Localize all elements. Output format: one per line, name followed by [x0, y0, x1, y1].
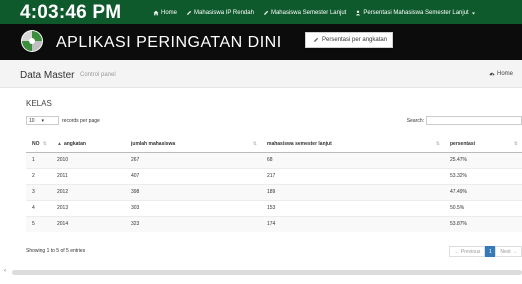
table-cell: 174 [261, 215, 444, 232]
dashboard-icon [489, 72, 495, 76]
column-header-label: NO [32, 140, 40, 147]
dropdown-item-label: Persentasi per angkatan [322, 37, 388, 43]
table-cell: 25.47% [444, 151, 522, 168]
table-info: Showing 1 to 5 of 5 entries [26, 248, 86, 254]
home-icon [153, 10, 159, 16]
user-icon [356, 10, 361, 16]
table-row: 4 2013 303 153 50.5% [26, 199, 522, 216]
edit-icon [187, 10, 192, 15]
nav-semester-lanjut-label: Mahasiswa Semester Lanjut [270, 10, 347, 16]
table-cell: 2 [26, 167, 51, 184]
sort-icon: ⇅ [42, 141, 47, 147]
nav-ip-rendah[interactable]: Mahasiswa IP Rendah [186, 10, 254, 16]
table-row: 5 2014 323 174 53.87% [26, 215, 522, 232]
top-nav: Home Mahasiswa IP Rendah Mahasiswa Semes… [153, 6, 487, 20]
column-header-label: mahasiswa semester lanjut [267, 140, 332, 147]
table-cell: 153 [261, 199, 444, 216]
table-cell: 47.49% [444, 183, 522, 200]
table-cell: 68 [261, 151, 444, 168]
table-header-row: ⇅ NO ▲ angkatan ⇅ jumlah mahasiswa ⇅ mahasis… [26, 136, 522, 153]
table-cell: 2011 [51, 167, 125, 184]
page-subtitle: Control panel [80, 72, 116, 78]
column-header-angkatan[interactable]: ▲ angkatan [51, 136, 125, 153]
table-row: 3 2012 398 189 47.49% [26, 183, 522, 200]
breadcrumb-home: Home [496, 71, 513, 77]
caret-down-icon [471, 12, 475, 14]
sort-icon: ⇅ [513, 141, 518, 147]
column-header-semester-lanjut[interactable]: ⇅ mahasiswa semester lanjut [261, 136, 444, 153]
content-header: Data Master Control panel Home [0, 60, 522, 88]
search-control: Search: [407, 116, 522, 125]
app-banner: APLIKASI PERINGATAN DINI [0, 24, 522, 60]
next-button[interactable]: Next → [495, 246, 522, 257]
nav-persentasi[interactable]: Persentasi Mahasiswa Semester Lanjut [355, 10, 477, 16]
data-table: ⇅ NO ▲ angkatan ⇅ jumlah mahasiswa ⇅ mahasis… [26, 136, 522, 232]
edit-icon [314, 37, 319, 42]
top-bar: 4:03:46 PM Home Mahasiswa IP Rendah Maha… [0, 0, 522, 24]
dropdown-item-persentasi-per-angkatan[interactable]: Persentasi per angkatan [305, 32, 393, 48]
table-cell: 2014 [51, 215, 125, 232]
table-cell: 323 [125, 215, 261, 232]
table-cell: 189 [261, 183, 444, 200]
logo-icon [21, 30, 43, 52]
nav-home-label: Home [161, 10, 178, 16]
length-control: 10 ▾ records per page [26, 116, 100, 125]
table-cell: 53.87% [444, 215, 522, 232]
table-cell: 2013 [51, 199, 125, 216]
table-row: 2 2011 407 217 53.32% [26, 167, 522, 184]
sort-asc-icon: ▲ [57, 140, 62, 147]
search-input[interactable] [426, 116, 522, 125]
clock: 4:03:46 PM [20, 2, 122, 23]
table-cell: 407 [125, 167, 261, 184]
column-header-persentasi[interactable]: ⇅ persentasi [444, 136, 522, 153]
scroll-left-icon[interactable]: ‹ [4, 268, 6, 274]
nav-persentasi-label: Persentasi Mahasiswa Semester Lanjut [363, 10, 469, 16]
sort-icon: ⇅ [435, 141, 440, 147]
page-title: Data Master [20, 70, 75, 81]
column-header-jumlah[interactable]: ⇅ jumlah mahasiswa [125, 136, 261, 153]
table-cell: 217 [261, 167, 444, 184]
table-cell: 5 [26, 215, 51, 232]
records-per-page-label: records per page [62, 117, 100, 124]
table-cell: 2010 [51, 151, 125, 168]
scrollbar-thumb[interactable] [12, 270, 522, 275]
column-header-no[interactable]: ⇅ NO [26, 136, 51, 153]
horizontal-scrollbar[interactable]: ‹ [4, 268, 522, 276]
column-header-label: angkatan [63, 140, 86, 147]
table-cell: 3 [26, 183, 51, 200]
column-header-label: persentasi [450, 140, 476, 147]
nav-home[interactable]: Home [153, 10, 177, 16]
table-cell: 4 [26, 199, 51, 216]
box-title: KELAS [26, 99, 52, 108]
previous-button[interactable]: ← Previous [449, 246, 486, 257]
chevron-down-icon: ▾ [41, 117, 44, 124]
table-cell: 303 [125, 199, 261, 216]
nav-semester-lanjut[interactable]: Mahasiswa Semester Lanjut [263, 10, 346, 16]
records-per-page-value: 10 [29, 117, 35, 124]
search-label: Search: [406, 117, 424, 124]
breadcrumb[interactable]: Home [489, 71, 513, 77]
data-box: KELAS 10 ▾ records per page Search: ⇅ NO … [20, 94, 522, 258]
pagination: ← Previous 1 Next → [449, 246, 522, 257]
edit-icon [264, 10, 269, 15]
app-title: APLIKASI PERINGATAN DINI [56, 34, 282, 51]
table-cell: 1 [26, 151, 51, 168]
page-1-button[interactable]: 1 [485, 246, 496, 257]
table-cell: 2012 [51, 183, 125, 200]
column-header-label: jumlah mahasiswa [131, 140, 176, 147]
records-per-page-select[interactable]: 10 ▾ [26, 116, 59, 125]
table-row: 1 2010 267 68 25.47% [26, 151, 522, 168]
table-cell: 50.5% [444, 199, 522, 216]
table-cell: 267 [125, 151, 261, 168]
nav-ip-rendah-label: Mahasiswa IP Rendah [194, 10, 254, 16]
table-cell: 53.32% [444, 167, 522, 184]
table-cell: 398 [125, 183, 261, 200]
sort-icon: ⇅ [252, 141, 257, 147]
